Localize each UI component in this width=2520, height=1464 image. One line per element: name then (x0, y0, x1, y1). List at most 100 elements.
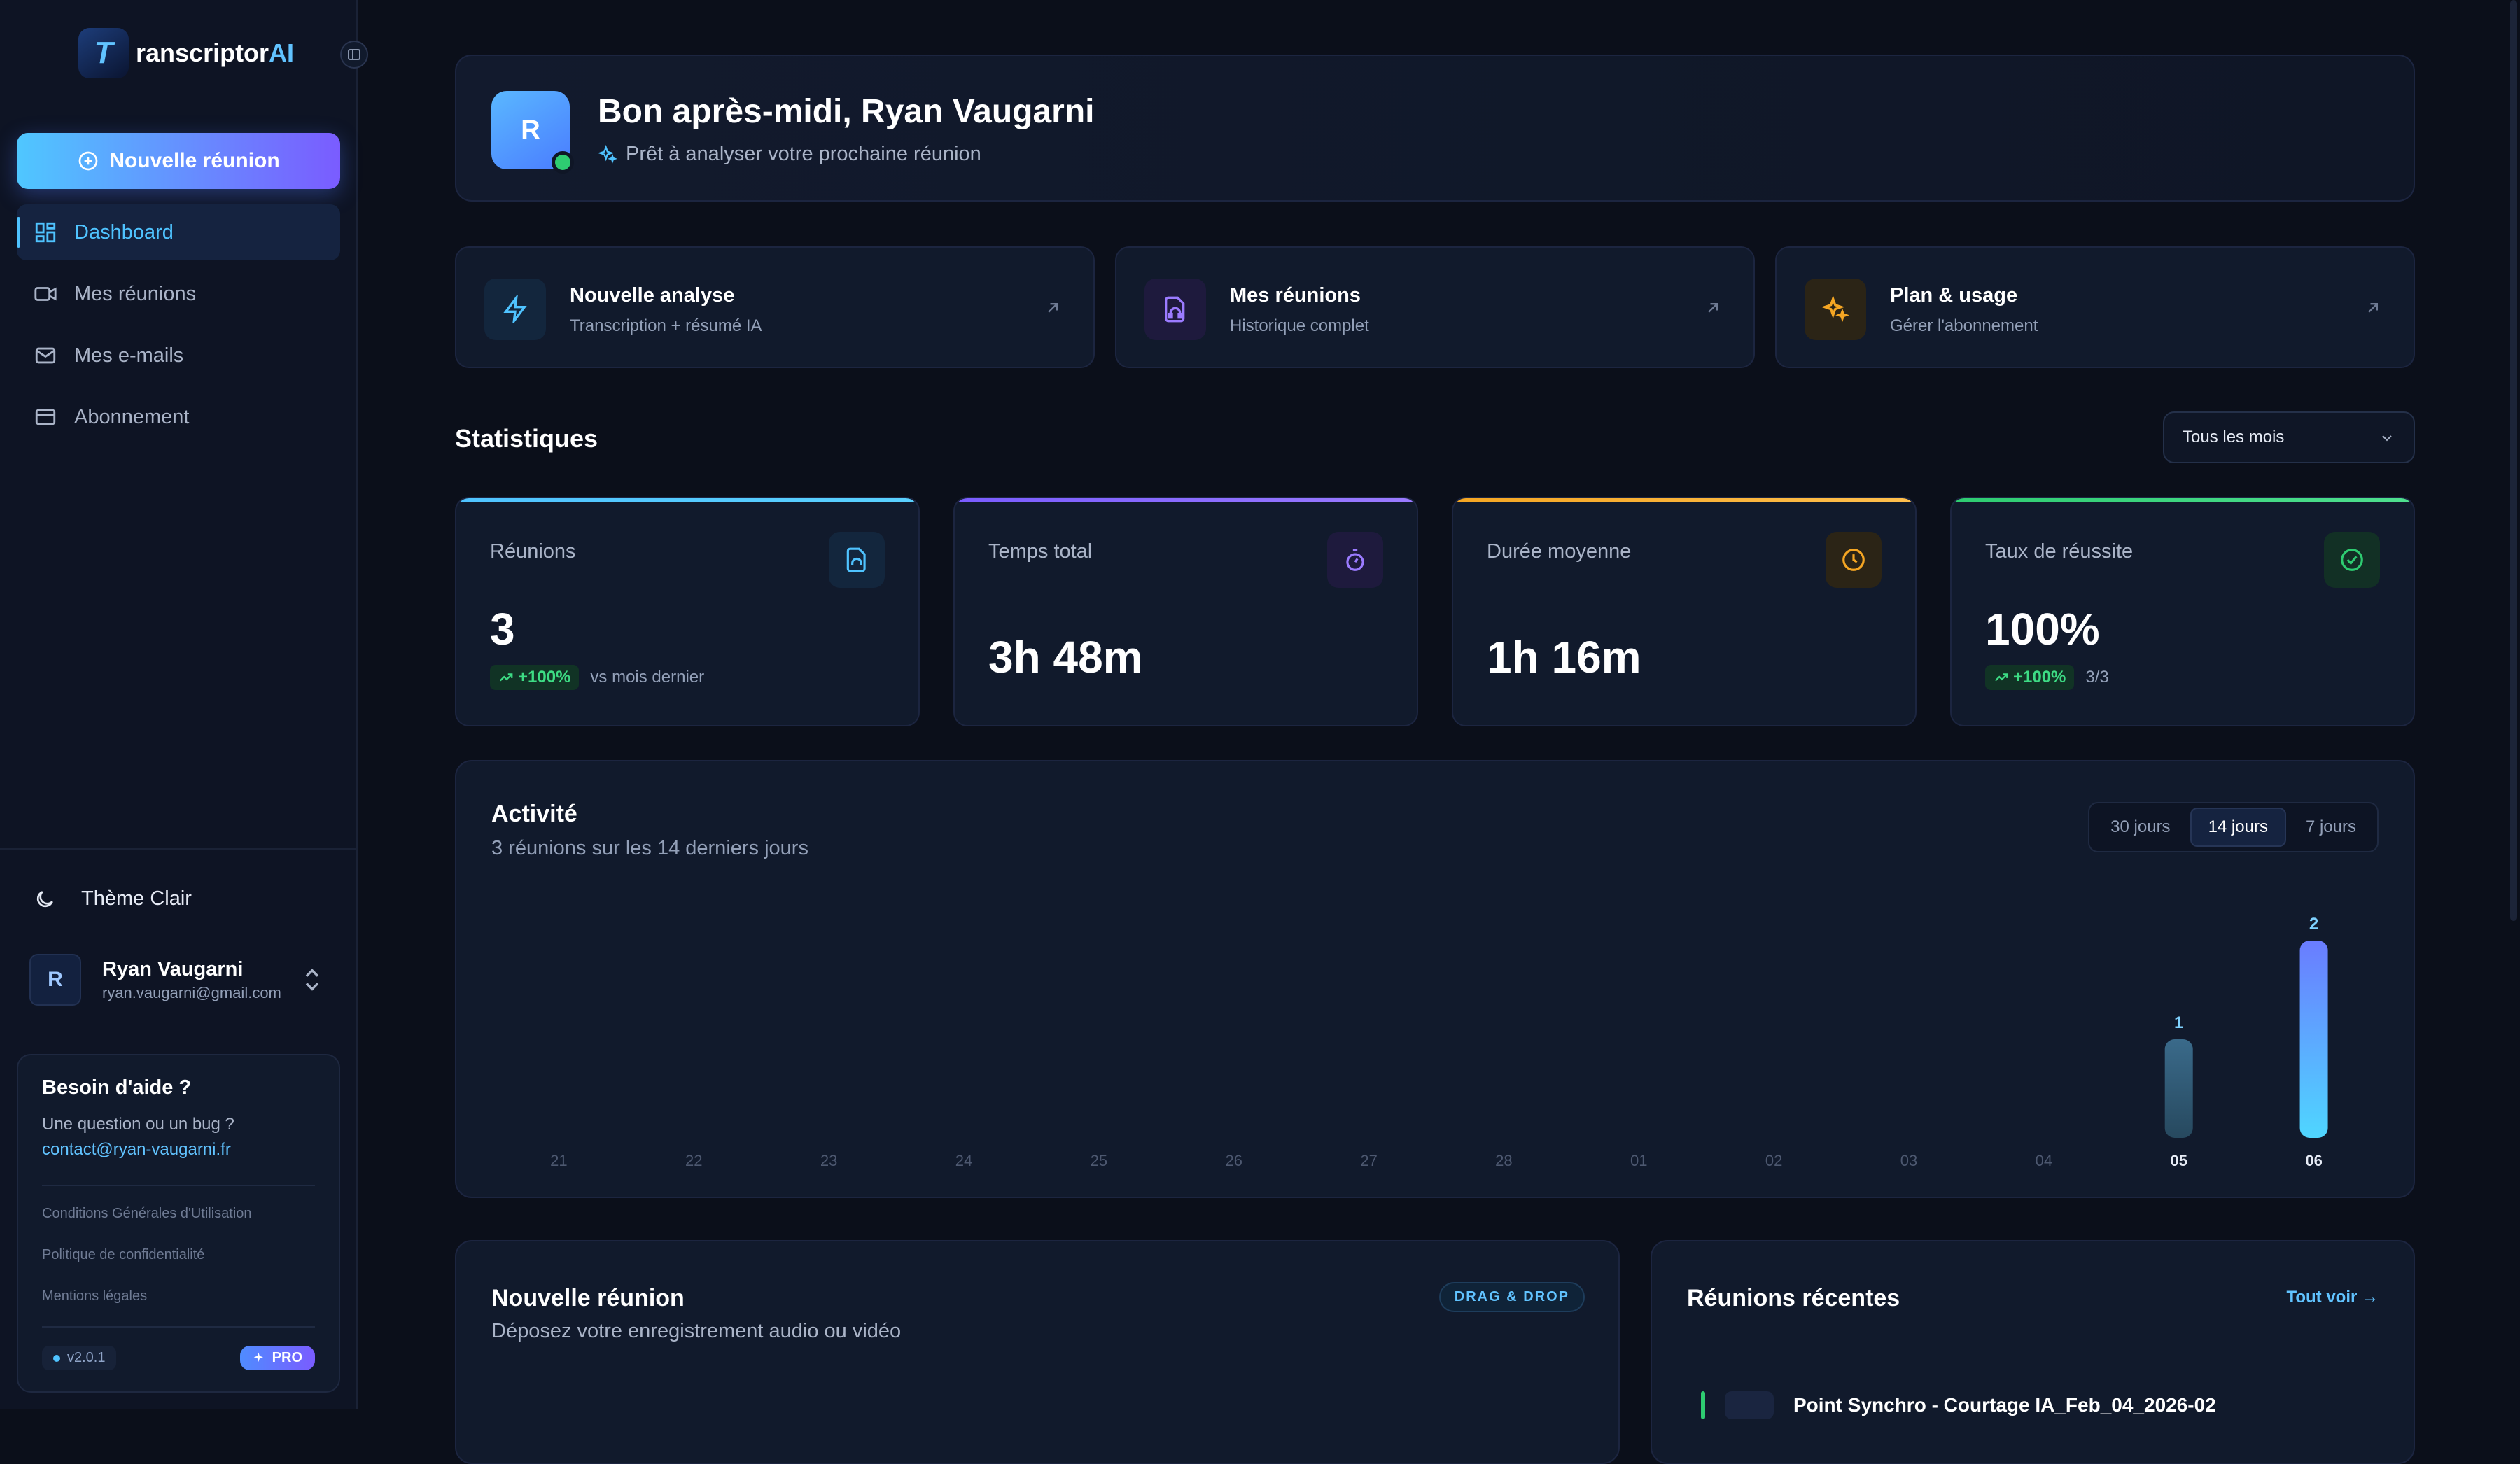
stat-card-average-duration: Durée moyenne 1h 16m (1452, 497, 1917, 726)
privacy-link[interactable]: Politique de confidentialité (42, 1247, 315, 1263)
stat-accent-bar (955, 498, 1417, 502)
stat-icon-box (2324, 532, 2380, 588)
stat-card-success-rate: Taux de réussite 100% +100% 3/3 (1950, 497, 2415, 726)
stat-icon-box (1327, 532, 1383, 588)
period-select[interactable]: Tous les mois (2163, 411, 2415, 463)
sidebar-item-meetings[interactable]: Mes réunions (17, 266, 340, 322)
version-badge: v2.0.1 (42, 1346, 117, 1370)
tab-7-days[interactable]: 7 jours (2289, 809, 2373, 845)
logo-text: ranscriptorAI (136, 38, 294, 68)
sidebar-item-subscription[interactable]: Abonnement (17, 389, 340, 445)
help-card: Besoin d'aide ? Une question ou un bug ?… (17, 1054, 340, 1393)
x-tick-label: 25 (1091, 1152, 1107, 1169)
user-name: Ryan Vaugarni (102, 957, 244, 980)
user-email: ryan.vaugarni@gmail.com (102, 983, 281, 1001)
clock-icon (1842, 549, 1865, 571)
x-tick-label: 27 (1360, 1152, 1377, 1169)
meeting-thumbnail (1725, 1391, 1774, 1419)
collapse-sidebar-button[interactable] (340, 41, 368, 69)
x-tick-label: 01 (1630, 1152, 1647, 1169)
x-tick-label: 04 (2036, 1152, 2052, 1169)
moon-icon (36, 890, 53, 907)
quick-action-subtitle: Historique complet (1230, 316, 1369, 335)
quick-action-new-analysis[interactable]: Nouvelle analyse Transcription + résumé … (455, 246, 1095, 368)
period-select-value: Tous les mois (2183, 428, 2285, 446)
sidebar-item-dashboard[interactable]: Dashboard (17, 204, 340, 260)
stat-icon-box (1826, 532, 1882, 588)
quick-action-icon (1805, 279, 1866, 340)
recent-meetings-card: Réunions récentes Tout voir → Point Sync… (1651, 1240, 2415, 1464)
sidebar-item-label: Abonnement (74, 405, 190, 428)
see-all-link[interactable]: Tout voir → (2286, 1288, 2379, 1307)
help-email-link[interactable]: contact@ryan-vaugarni.fr (42, 1140, 315, 1160)
trend-value: +100% (2013, 668, 2066, 687)
quick-action-icon (484, 279, 546, 340)
x-tick-label: 05 (2170, 1152, 2187, 1169)
quick-action-subtitle: Transcription + résumé IA (570, 316, 762, 335)
logo-mark: T (78, 28, 129, 78)
welcome-subtitle-text: Prêt à analyser votre prochaine réunion (626, 143, 981, 165)
sidebar-toggle-icon (348, 49, 360, 60)
upload-title: Nouvelle réunion (491, 1285, 685, 1311)
activity-bar[interactable] (2300, 941, 2328, 1138)
trend-badge: +100% (490, 665, 580, 690)
activity-subtitle: 3 réunions sur les 14 derniers jours (491, 837, 808, 859)
quick-action-plan-usage[interactable]: Plan & usage Gérer l'abonnement (1775, 246, 2415, 368)
activity-bar[interactable] (2164, 1039, 2193, 1138)
stat-accent-bar (1453, 498, 1915, 502)
sparkles-icon (1821, 295, 1849, 323)
theme-label: Thème Clair (81, 887, 192, 910)
sidebar-item-emails[interactable]: Mes e-mails (17, 328, 340, 383)
user-menu[interactable]: R Ryan Vaugarni ryan.vaugarni@gmail.com (29, 952, 337, 1008)
activity-chart: 21 22 23 24 25 26 27 28 01 02 03 04 05 1 06 2 (550, 915, 2328, 1169)
activity-title: Activité (491, 801, 578, 827)
sidebar-nav: Dashboard Mes réunions Mes e-mails Abonn… (17, 204, 340, 451)
file-audio-icon (846, 547, 866, 572)
sidebar: T ranscriptorAI Nouvelle réunion Dashboa… (0, 0, 368, 1409)
quick-action-subtitle: Gérer l'abonnement (1890, 316, 2038, 335)
stat-value: 1h 16m (1487, 632, 1642, 682)
stat-value: 3h 48m (988, 632, 1143, 682)
arrow-up-right-icon (2368, 303, 2378, 313)
recent-meetings-title: Réunions récentes (1687, 1285, 1900, 1311)
sidebar-item-label: Mes réunions (74, 282, 197, 305)
section-title-statistics: Statistiques (455, 424, 598, 453)
page-title: Bon après-midi, Ryan Vaugarni (598, 93, 1095, 130)
divider (42, 1185, 315, 1186)
upload-card[interactable]: Nouvelle réunion Déposez votre enregistr… (455, 1240, 1620, 1464)
timer-icon (1346, 549, 1364, 571)
tab-30-days[interactable]: 30 jours (2094, 809, 2187, 845)
legal-notice-link[interactable]: Mentions légales (42, 1288, 315, 1304)
card-icon (35, 409, 56, 425)
tab-14-days[interactable]: 14 jours (2190, 808, 2286, 847)
theme-toggle[interactable]: Thème Clair (34, 887, 192, 910)
stat-label: Réunions (490, 540, 576, 563)
x-tick-label: 24 (955, 1152, 972, 1169)
x-tick-label: 21 (550, 1152, 567, 1169)
welcome-subtitle: Prêt à analyser votre prochaine réunion (598, 143, 981, 166)
terms-link[interactable]: Conditions Générales d'Utilisation (42, 1206, 315, 1222)
new-meeting-button[interactable]: Nouvelle réunion (17, 133, 340, 189)
quick-action-my-meetings[interactable]: Mes réunions Historique complet (1115, 246, 1755, 368)
video-icon (34, 287, 57, 301)
drag-drop-badge: DRAG & DROP (1438, 1282, 1585, 1312)
plan-label: PRO (272, 1350, 302, 1365)
bolt-icon (503, 295, 527, 323)
app-logo[interactable]: T ranscriptorAI (78, 28, 294, 78)
range-tabs: 30 jours 14 jours 7 jours (2088, 802, 2379, 852)
list-item[interactable]: Point Synchro - Courtage IA_Feb_04_2026-… (1701, 1391, 2216, 1419)
stat-meta: +100% 3/3 (1985, 665, 2109, 690)
file-audio-icon (1165, 296, 1185, 323)
x-tick-label: 02 (1765, 1152, 1782, 1169)
stat-accent-bar (1952, 498, 2414, 502)
status-indicator (1701, 1391, 1705, 1419)
chevron-down-icon (2382, 435, 2392, 442)
chevrons-up-down-icon (305, 969, 319, 991)
stat-accent-bar (456, 498, 918, 502)
meeting-title: Point Synchro - Courtage IA_Feb_04_2026-… (1793, 1394, 2216, 1416)
trend-value: +100% (518, 668, 571, 687)
mail-icon (35, 347, 56, 364)
page-scrollbar[interactable] (2510, 0, 2517, 921)
plan-badge: PRO (239, 1346, 315, 1370)
sparkles-icon (253, 1352, 263, 1362)
